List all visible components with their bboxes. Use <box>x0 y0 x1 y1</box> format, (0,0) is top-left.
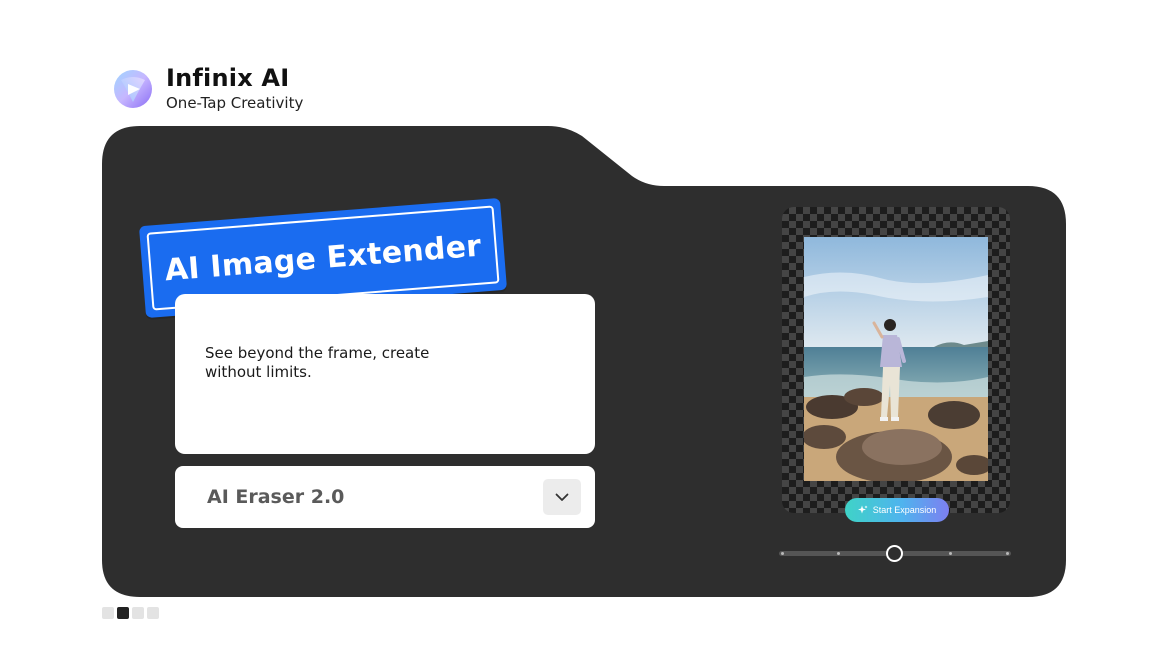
slide-pagination <box>102 607 159 619</box>
page-dot-3[interactable] <box>132 607 144 619</box>
dropdown-toggle-button[interactable] <box>543 479 581 515</box>
beach-photo <box>804 237 988 481</box>
brand-header: Infinix AI One-Tap Creativity <box>112 64 303 113</box>
brand-tagline: One-Tap Creativity <box>166 94 304 112</box>
feature-title: AI Image Extender <box>163 228 483 288</box>
page-dot-4[interactable] <box>147 607 159 619</box>
slider-stop <box>837 552 840 555</box>
slider-stop <box>1006 552 1009 555</box>
expansion-slider[interactable] <box>779 545 1011 562</box>
brand-name: Infinix AI <box>166 64 290 92</box>
chevron-down-icon <box>555 493 569 501</box>
sparkle-icon <box>857 505 868 514</box>
dropdown-selected-value: AI Eraser 2.0 <box>207 486 345 508</box>
image-preview-canvas <box>782 207 1010 513</box>
slider-stop <box>949 552 952 555</box>
infinix-ai-logo-icon <box>114 69 152 108</box>
page-dot-2[interactable] <box>117 607 129 619</box>
page-dot-1[interactable] <box>102 607 114 619</box>
feature-description: See beyond the frame, create without lim… <box>205 344 430 381</box>
slider-stop <box>781 552 784 555</box>
description-box: See beyond the frame, create without lim… <box>175 294 595 454</box>
start-expansion-label: Start Expansion <box>872 505 937 515</box>
feature-select-dropdown[interactable]: AI Eraser 2.0 <box>175 466 595 528</box>
slider-thumb[interactable] <box>886 545 903 562</box>
start-expansion-button[interactable]: Start Expansion <box>845 498 949 522</box>
